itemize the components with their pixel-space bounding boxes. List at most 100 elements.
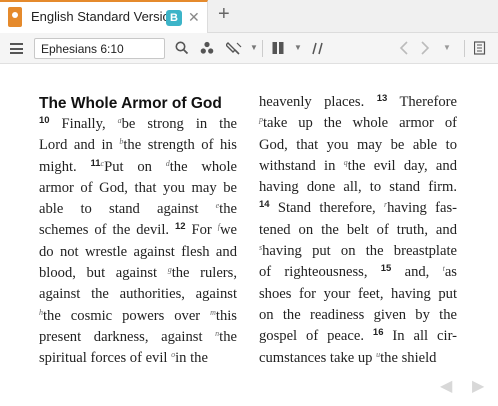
highlight-icon[interactable] bbox=[226, 41, 242, 55]
verse-text: the bbox=[219, 201, 237, 218]
verse-text: having fas- bbox=[387, 200, 457, 217]
text-line: 10 Finally, abe strong in the bbox=[39, 114, 237, 135]
verse-text: and, bbox=[391, 264, 443, 281]
verse-text: schemes of the devil. bbox=[39, 222, 175, 239]
verse-text: Stand therefore, bbox=[269, 200, 384, 217]
verse-text: able to stand against bbox=[39, 201, 216, 218]
text-line: able to stand against ethe bbox=[39, 199, 237, 220]
verse-text: blood, but against bbox=[39, 265, 168, 282]
parallel-icon[interactable] bbox=[312, 41, 324, 55]
verse-text: For bbox=[185, 222, 218, 239]
text-line: gospel of peace. 16 In all cir- bbox=[259, 326, 457, 347]
text-line: cumstances take up uthe shield bbox=[259, 348, 457, 369]
verse-text: the rulers, bbox=[171, 265, 237, 282]
text-line: shaving put on the breastplate bbox=[259, 241, 457, 262]
verse-number[interactable]: 16 bbox=[373, 327, 384, 338]
verse-number[interactable]: 12 bbox=[175, 221, 186, 232]
text-line: schemes of the devil. 12 For fwe bbox=[39, 220, 237, 241]
text-line: ptake up the whole armor of bbox=[259, 113, 457, 134]
verse-text: of righteousness, bbox=[259, 264, 381, 281]
section-heading: The Whole Armor of God bbox=[39, 95, 222, 112]
text-line: on the readiness given by the bbox=[259, 305, 457, 326]
reference-input[interactable] bbox=[34, 38, 165, 59]
menu-icon[interactable] bbox=[10, 43, 23, 54]
verse-text: take up the whole armor of bbox=[263, 115, 457, 132]
verse-text: armor of God, that you may be bbox=[39, 179, 237, 196]
verse-text: heavenly places. bbox=[259, 94, 377, 110]
link-panel-icon[interactable] bbox=[474, 41, 486, 55]
verse-text: having done all, to stand firm. bbox=[259, 179, 457, 196]
verse-number[interactable]: 13 bbox=[377, 93, 388, 104]
bible-icon bbox=[8, 7, 22, 27]
verse-text: withstand in bbox=[259, 157, 344, 174]
tab-esv[interactable]: English Standard Version B ✕ bbox=[0, 0, 208, 33]
next-page-icon[interactable]: ▶ bbox=[472, 376, 484, 396]
verse-text: God, that you may be able to bbox=[259, 136, 457, 153]
prev-page-icon[interactable]: ◀ bbox=[440, 376, 452, 396]
verse-text: as bbox=[444, 264, 457, 281]
text-line: against the authorities, against bbox=[39, 284, 237, 305]
text-line: withstand in qthe evil day, and bbox=[259, 156, 457, 177]
toolbar-divider bbox=[464, 40, 465, 57]
text-line: shoes for your feet, having put bbox=[259, 284, 457, 305]
close-icon[interactable]: ✕ bbox=[188, 9, 200, 26]
reader-content: The Whole Armor of God 10 Finally, abe s… bbox=[0, 64, 498, 406]
tab-bar: English Standard Version B ✕ + bbox=[0, 0, 498, 33]
verse-text: In all cir- bbox=[383, 328, 457, 345]
verse-text: having put on the breastplate bbox=[262, 243, 457, 260]
text-line: Lord and in bthe strength of his bbox=[39, 135, 237, 156]
toolbar: ▼ ▼ ▼ bbox=[0, 33, 498, 64]
verse-text: gospel of peace. bbox=[259, 328, 373, 345]
verse-text: the evil day, and bbox=[347, 157, 457, 174]
toolbar-divider bbox=[262, 40, 263, 57]
verse-text: do not wrestle against flesh and bbox=[39, 243, 237, 260]
verse-number[interactable]: 14 bbox=[259, 199, 270, 210]
text-line: blood, but against gthe rulers, bbox=[39, 263, 237, 284]
verse-text: this bbox=[215, 307, 237, 324]
verse-text: Lord and in bbox=[39, 137, 120, 154]
verse-text: might. bbox=[39, 158, 91, 175]
verse-text: shoes for your feet, having put bbox=[259, 285, 457, 302]
columns-icon[interactable] bbox=[272, 41, 284, 55]
verse-text: the cosmic powers over bbox=[43, 307, 211, 324]
visual-filters-icon[interactable] bbox=[200, 41, 214, 55]
passage-text: 10 Finally, abe strong in the Lord and in… bbox=[39, 114, 237, 370]
text-column-right: heavenly places. 13 Therefore ptake up th… bbox=[259, 92, 457, 369]
text-line: of righteousness, 15 and, tas bbox=[259, 262, 457, 283]
text-line: hthe cosmic powers over mthis bbox=[39, 306, 237, 327]
verse-text: the bbox=[219, 328, 237, 345]
verse-text: spiritual forces of evil bbox=[39, 350, 172, 367]
verse-text: present darkness, against bbox=[39, 328, 216, 345]
text-line: heavenly places. 13 Therefore bbox=[259, 92, 457, 113]
verse-text: the strength of his bbox=[123, 137, 237, 154]
text-line: armor of God, that you may be bbox=[39, 178, 237, 199]
verse-text: on the readiness given by the bbox=[259, 306, 457, 323]
text-line: spiritual forces of evil oin the bbox=[39, 348, 237, 369]
text-line: present darkness, against nthe bbox=[39, 327, 237, 348]
verse-text: against the authorities, against bbox=[39, 286, 237, 303]
verse-number[interactable]: 15 bbox=[381, 263, 392, 274]
tab-badge[interactable]: B bbox=[166, 10, 182, 26]
forward-icon[interactable] bbox=[420, 41, 430, 55]
text-line: might. 11cPut on dthe whole bbox=[39, 157, 237, 178]
verse-number[interactable]: 10 bbox=[39, 115, 50, 126]
text-line: God, that you may be able to bbox=[259, 135, 457, 156]
text-line: tened on the belt of truth, and bbox=[259, 220, 457, 241]
history-dropdown-icon[interactable]: ▼ bbox=[443, 43, 451, 52]
tab-title: English Standard Version bbox=[31, 9, 177, 24]
verse-text: the whole bbox=[169, 158, 237, 175]
verse-text: be strong in the bbox=[121, 116, 237, 132]
verse-text: we bbox=[219, 222, 237, 239]
highlight-dropdown-icon[interactable]: ▼ bbox=[250, 43, 258, 52]
passage-text: heavenly places. 13 Therefore ptake up th… bbox=[259, 92, 457, 369]
back-icon[interactable] bbox=[399, 41, 409, 55]
add-tab-icon[interactable]: + bbox=[218, 3, 230, 26]
verse-text: cumstances take up bbox=[259, 349, 377, 366]
text-line: do not wrestle against flesh and bbox=[39, 242, 237, 263]
text-column-left: The Whole Armor of God 10 Finally, abe s… bbox=[39, 93, 237, 370]
text-line: having done all, to stand firm. bbox=[259, 177, 457, 198]
layout-dropdown-icon[interactable]: ▼ bbox=[294, 43, 302, 52]
verse-text: Finally, bbox=[49, 116, 118, 132]
search-icon[interactable] bbox=[175, 41, 189, 55]
verse-number[interactable]: 11 bbox=[90, 158, 100, 169]
